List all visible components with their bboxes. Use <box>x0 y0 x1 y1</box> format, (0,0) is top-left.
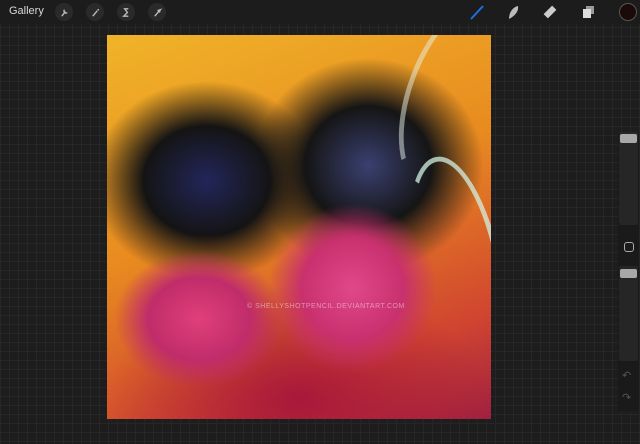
smoke-stroke <box>375 35 491 207</box>
brush-size-slider[interactable] <box>619 132 638 225</box>
modify-button[interactable] <box>624 242 634 252</box>
adjustments-magic-wand-icon[interactable] <box>86 3 104 21</box>
smudge-icon[interactable] <box>504 3 522 21</box>
sidebar: ↶ ↷ <box>618 132 639 411</box>
gallery-button[interactable]: Gallery <box>9 5 44 17</box>
eraser-icon[interactable] <box>541 3 559 21</box>
redo-icon[interactable]: ↷ <box>622 391 631 404</box>
color-picker-swatch[interactable] <box>619 3 637 21</box>
brush-icon[interactable] <box>468 3 486 21</box>
transform-arrow-icon[interactable] <box>148 3 166 21</box>
layers-icon[interactable] <box>579 3 597 21</box>
actions-wrench-icon[interactable] <box>55 3 73 21</box>
artwork-canvas[interactable]: © SHELLYSHOTPENCIL.DEVIANTART.COM <box>107 35 491 419</box>
watermark: © SHELLYSHOTPENCIL.DEVIANTART.COM <box>247 303 405 310</box>
opacity-thumb[interactable] <box>620 269 637 278</box>
top-toolbar: Gallery <box>0 0 640 24</box>
undo-icon[interactable]: ↶ <box>622 369 631 382</box>
opacity-slider[interactable] <box>619 266 638 361</box>
selection-icon[interactable] <box>117 3 135 21</box>
brush-size-thumb[interactable] <box>620 134 637 143</box>
